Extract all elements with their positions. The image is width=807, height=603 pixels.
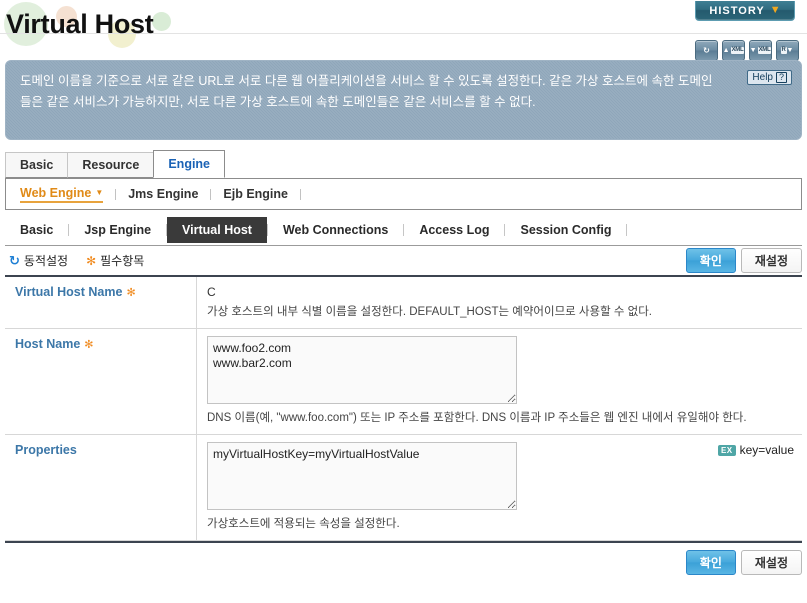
virtual-host-name-value: C (207, 285, 216, 299)
primary-tab-bar: Basic Resource Engine (5, 150, 802, 179)
reset-button-bottom[interactable]: 재설정 (740, 550, 802, 575)
subtab-separator (626, 224, 628, 236)
confirm-button-bottom[interactable]: 확인 (685, 550, 736, 575)
reset-button-top[interactable]: 재설정 (740, 248, 802, 273)
asterisk-icon: ✻ (86, 253, 97, 268)
properties-textarea[interactable] (207, 442, 517, 510)
label-host-name: Host Name ✻ (5, 329, 197, 434)
virtual-host-name-hint: 가상 호스트의 내부 식별 이름을 설정한다. DEFAULT_HOST는 예약… (207, 306, 652, 318)
form-row-properties: Properties 가상호스트에 적용되는 속성을 설정한다. EX key=… (5, 435, 802, 541)
help-button[interactable]: Help ? (747, 70, 792, 85)
export-arrow-glyph: ▼ (786, 47, 794, 54)
export-report-icon[interactable]: R ▼ (776, 40, 799, 61)
help-label: Help (752, 72, 773, 83)
upload-arrow-glyph: ▲ (722, 47, 730, 54)
question-mark-icon: ? (776, 72, 787, 83)
legend-dynamic-setting: ↻ 동적설정 (9, 252, 68, 269)
secondary-tab-bar: Basic Jsp Engine Virtual Host Web Connec… (5, 215, 802, 246)
subtab-basic[interactable]: Basic (5, 218, 68, 242)
tab-resource[interactable]: Resource (67, 152, 155, 178)
subtab-session-config[interactable]: Session Config (505, 218, 626, 242)
xml-label: XML (757, 47, 772, 54)
legend-dynamic-label: 동적설정 (23, 254, 69, 268)
body-properties: 가상호스트에 적용되는 속성을 설정한다. EX key=value (197, 435, 802, 540)
example-badge-icon: EX (717, 444, 736, 456)
label-properties: Properties (5, 435, 197, 540)
engine-separator (115, 188, 117, 200)
history-button[interactable]: HISTORY ▼ (695, 1, 795, 21)
example-format-text: key=value (739, 443, 794, 457)
description-text: 도메인 이름을 기준으로 서로 같은 URL로 서로 다른 웹 어플리케이션을 … (20, 74, 713, 109)
page-header: Virtual Host HISTORY ▼ ↻ ▲ XML ▼ XML R ▼ (0, 0, 807, 61)
decorative-circle-green-small (152, 12, 171, 31)
legend-required-label: 필수항목 (100, 254, 145, 268)
refresh-icon: ↻ (9, 253, 20, 268)
engine-selector-bar: Web Engine ▼ Jms Engine Ejb Engine (5, 179, 802, 210)
confirm-button-top[interactable]: 확인 (685, 248, 736, 273)
subtab-access-log[interactable]: Access Log (404, 218, 504, 242)
description-panel: 도메인 이름을 기준으로 서로 같은 URL로 서로 다른 웹 어플리케이션을 … (5, 60, 802, 140)
properties-hint: 가상호스트에 적용되는 속성을 설정한다. (207, 518, 400, 530)
label-virtual-host-name: Virtual Host Name ✻ (5, 277, 197, 328)
properties-example-hint: EX key=value (717, 443, 794, 457)
top-action-buttons: 확인 재설정 (685, 248, 802, 273)
chevron-down-icon: ▼ (769, 4, 781, 16)
body-virtual-host-name: C 가상 호스트의 내부 식별 이름을 설정한다. DEFAULT_HOST는 … (197, 277, 802, 328)
legend-action-bar: ↻ 동적설정 ✻ 필수항목 확인 재설정 (5, 246, 802, 277)
label-text: Virtual Host Name (15, 285, 123, 299)
engine-separator (210, 188, 212, 200)
header-icon-toolbar: ↻ ▲ XML ▼ XML R ▼ (695, 40, 799, 61)
form-row-virtual-host-name: Virtual Host Name ✻ C 가상 호스트의 내부 식별 이름을 설… (5, 277, 802, 329)
host-name-textarea[interactable] (207, 336, 517, 404)
download-arrow-glyph: ▼ (749, 47, 757, 54)
label-text: Host Name (15, 337, 81, 351)
label-text: Properties (15, 443, 77, 457)
engine-separator (300, 188, 301, 200)
refresh-icon[interactable]: ↻ (695, 40, 718, 61)
subtab-web-connections[interactable]: Web Connections (268, 218, 403, 242)
tab-basic[interactable]: Basic (5, 152, 69, 178)
engine-web-label: Web Engine (20, 185, 92, 200)
engine-jms[interactable]: Jms Engine (128, 187, 198, 202)
asterisk-icon: ✻ (126, 287, 136, 299)
chevron-down-icon: ▼ (95, 188, 104, 197)
form-row-host-name: Host Name✻ DNS 이름(예, "www.foo.com") 또는 I… (5, 329, 802, 435)
host-name-hint: DNS 이름(예, "www.foo.com") 또는 IP 주소를 포함한다.… (207, 412, 747, 424)
subtab-jsp-engine[interactable]: Jsp Engine (69, 218, 166, 242)
bottom-action-buttons: 확인 재설정 (685, 550, 802, 575)
xml-download-icon[interactable]: ▼ XML (749, 40, 772, 61)
refresh-glyph: ↻ (703, 45, 710, 55)
body-host-name: DNS 이름(예, "www.foo.com") 또는 IP 주소를 포함한다.… (197, 329, 802, 434)
subtab-virtual-host[interactable]: Virtual Host (167, 217, 267, 243)
engine-web[interactable]: Web Engine ▼ (20, 185, 104, 203)
engine-ejb[interactable]: Ejb Engine (223, 187, 288, 202)
virtual-host-form: Virtual Host Name ✻ C 가상 호스트의 내부 식별 이름을 설… (5, 277, 802, 541)
xml-upload-icon[interactable]: ▲ XML (722, 40, 745, 61)
asterisk-icon: ✻ (84, 339, 94, 351)
legend-required-field: ✻ 필수항목 (86, 252, 144, 269)
page-title: Virtual Host (6, 9, 154, 39)
tab-engine[interactable]: Engine (153, 150, 226, 178)
history-button-label: HISTORY (709, 4, 765, 17)
footer-action-bar: 확인 재설정 (5, 541, 802, 579)
xml-label: XML (730, 47, 745, 54)
